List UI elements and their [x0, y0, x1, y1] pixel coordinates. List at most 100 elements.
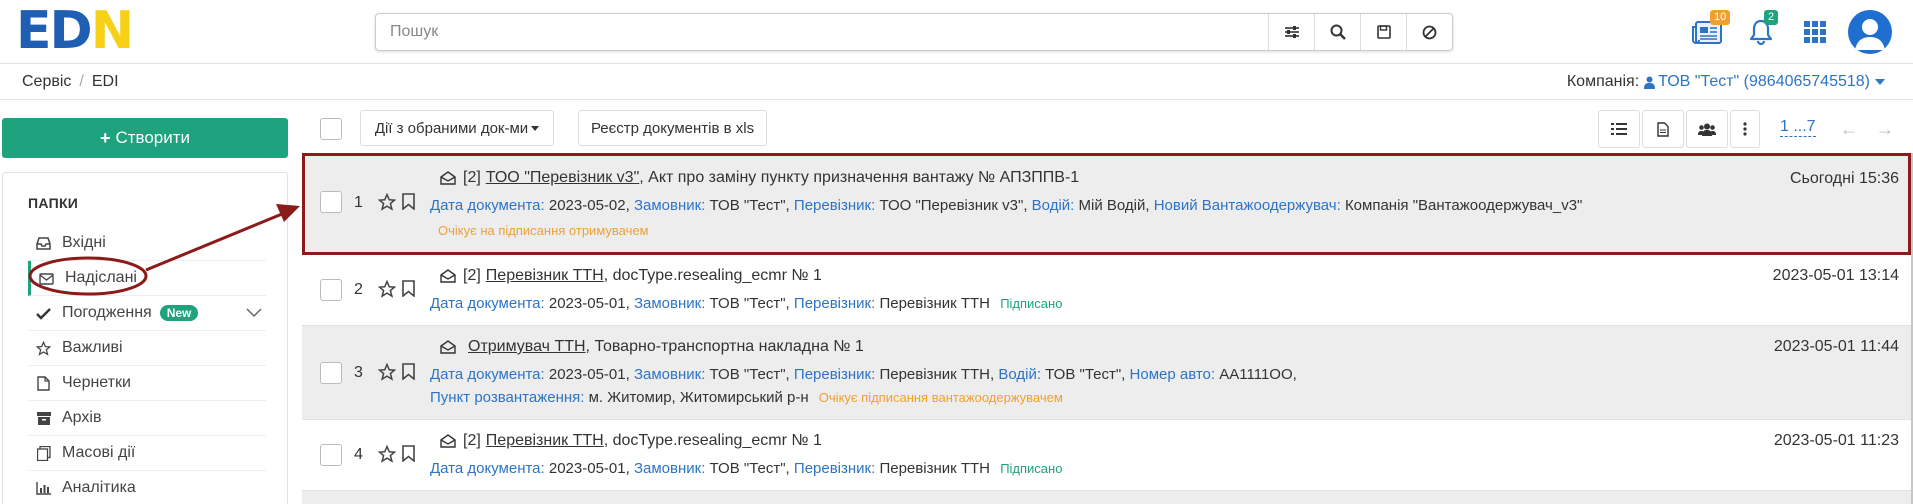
document-details: Дата документа: 2023-05-01, Замовник: ТО… — [430, 366, 1297, 383]
row-number: 1 — [354, 194, 363, 211]
counterparty-link[interactable]: Перевізник ТТН — [486, 267, 604, 285]
document-row[interactable]: 2 [2] Перевізник ТТН , docType.resealing… — [302, 255, 1913, 326]
detail-label: Дата документа: — [430, 295, 545, 312]
bookmark-icon[interactable] — [402, 193, 415, 214]
detail-label: Водій: — [1031, 197, 1075, 214]
row-checkbox[interactable] — [320, 362, 342, 384]
detail-label: Замовник: — [633, 460, 706, 477]
arrow-left-icon: ← — [1840, 118, 1858, 139]
detail-label: Номер авто: — [1129, 366, 1216, 383]
counterparty-link[interactable]: ТОО "Перевізник v3" — [486, 169, 639, 187]
detail-label: Замовник: — [633, 197, 706, 214]
document-title: , Товарно-транспортна накладна № 1 — [585, 338, 864, 355]
bulk-actions-dropdown[interactable]: Дії з обраними док-ми — [360, 110, 554, 146]
document-title: , docType.resealing_ecmr № 1 — [603, 267, 822, 284]
list-view-button[interactable] — [1598, 110, 1640, 148]
caret-down-icon — [531, 125, 540, 131]
detail-value: АА1111ОО, — [1215, 366, 1297, 383]
documents-list: 1 [2] ТОО "Перевізник v3" , Акт про замі… — [302, 153, 1913, 504]
row-number: 2 — [354, 281, 363, 298]
star-icon[interactable] — [377, 362, 397, 385]
prev-page-button[interactable]: ← — [1830, 110, 1868, 148]
row-checkbox[interactable] — [320, 444, 342, 466]
list-icon — [1611, 123, 1627, 135]
export-xls-button[interactable]: Реєстр документів в xls — [578, 110, 767, 146]
row-checkbox[interactable] — [320, 191, 342, 213]
counterparty-link[interactable]: Отримувач ТТН — [468, 338, 586, 356]
group-view-button[interactable] — [1686, 110, 1728, 148]
detail-label: Дата документа: — [430, 460, 545, 477]
document-status-line: Очікує на підписання отримувачем — [430, 222, 649, 239]
star-icon[interactable] — [377, 444, 397, 467]
row-checkbox[interactable] — [320, 279, 342, 301]
detail-label: Новий Вантажоодержувач: — [1153, 197, 1341, 214]
more-vertical-icon — [1743, 122, 1747, 136]
status-badge: Підписано — [1000, 461, 1063, 476]
detail-label: Замовник: — [633, 366, 706, 383]
document-details: Дата документа: 2023-05-01, Замовник: ТО… — [430, 295, 1062, 312]
detail-value: ТОВ "Тест", — [705, 295, 790, 312]
pagination[interactable]: 1 ...7 — [1780, 118, 1816, 137]
document-title-line: [2] Перевізник ТТН , docType.resealing_e… — [440, 432, 822, 450]
document-title: , Акт про заміну пункту призначення вант… — [639, 169, 1080, 186]
detail-label: Перевізник: — [793, 197, 876, 214]
detail-label: Перевізник: — [793, 366, 876, 383]
document-details: Дата документа: 2023-05-01, Замовник: ТО… — [430, 460, 1062, 477]
document-title-line: Отримувач ТТН , Товарно-транспортна накл… — [440, 338, 864, 356]
detail-value: Мій Водій, — [1074, 197, 1150, 214]
envelope-open-icon — [440, 340, 456, 354]
next-page-button[interactable]: → — [1866, 110, 1904, 148]
envelope-open-icon — [440, 434, 456, 448]
detail-value: Перевізник ТТН — [875, 460, 991, 477]
users-icon — [1698, 123, 1716, 136]
more-options-button[interactable] — [1730, 110, 1760, 148]
bookmark-icon[interactable] — [402, 363, 415, 384]
document-date: 2023-05-01 11:23 — [1773, 432, 1899, 449]
envelope-open-icon — [440, 269, 456, 283]
star-icon[interactable] — [377, 192, 397, 215]
bookmark-icon[interactable] — [402, 445, 415, 466]
document-date: 2023-05-01 13:14 — [1772, 267, 1899, 284]
detail-value: ТОВ "Тест", — [705, 366, 790, 383]
select-all-checkbox[interactable] — [320, 118, 342, 140]
document-date: Сьогодні 15:36 — [1789, 170, 1899, 187]
detail-label: Дата документа: — [430, 197, 545, 214]
document-row[interactable]: 4 [2] Перевізник ТТН , docType.resealing… — [302, 420, 1913, 491]
document-row[interactable]: 3 Отримувач ТТН , Товарно-транспортна на… — [302, 326, 1913, 420]
detail-value: 2023-05-01, — [544, 460, 630, 477]
document-title-line: [2] Перевізник ТТН , docType.resealing_e… — [440, 267, 822, 285]
status-badge: Очікує підписання вантажоодержувачем — [818, 390, 1063, 405]
arrow-right-icon: → — [1876, 118, 1894, 139]
detail-value: Перевізник ТТН — [875, 295, 991, 312]
document-row-partial — [302, 491, 1913, 504]
counterparty-link[interactable]: Перевізник ТТН — [486, 432, 604, 450]
detail-label: Дата документа: — [430, 366, 545, 383]
detail-value: м. Житомир, Житомирський р-н — [584, 389, 809, 406]
row-number: 4 — [354, 446, 363, 463]
export-xls-label: Реєстр документів в xls — [590, 119, 755, 137]
bookmark-icon[interactable] — [402, 280, 415, 301]
detail-label: Замовник: — [633, 295, 706, 312]
document-row[interactable]: 1 [2] ТОО "Перевізник v3" , Акт про замі… — [302, 153, 1913, 255]
star-icon[interactable] — [377, 279, 397, 302]
bulk-actions-label: Дії з обраними док-ми — [374, 119, 529, 137]
document-title-line: [2] ТОО "Перевізник v3" , Акт про заміну… — [440, 169, 1079, 187]
detail-label: Перевізник: — [793, 460, 876, 477]
document-icon — [1657, 121, 1669, 137]
detail-value: Компанія "Вантажоодержувач_v3" — [1340, 197, 1583, 214]
attachments-count: [2] — [463, 267, 481, 284]
envelope-open-icon — [440, 171, 456, 185]
document-details: Дата документа: 2023-05-02, Замовник: ТО… — [430, 197, 1582, 214]
document-view-button[interactable] — [1642, 110, 1684, 148]
document-date: 2023-05-01 11:44 — [1773, 338, 1899, 355]
detail-label: Перевізник: — [793, 295, 876, 312]
detail-value: ТОВ "Тест", — [1041, 366, 1126, 383]
attachments-count: [2] — [463, 432, 481, 449]
detail-value: ТОО "Перевізник v3", — [875, 197, 1028, 214]
status-badge: Підписано — [1000, 296, 1063, 311]
detail-value: 2023-05-01, — [544, 295, 630, 312]
detail-label: Пункт розвантаження: — [430, 389, 585, 406]
status-badge: Очікує на підписання отримувачем — [438, 223, 649, 238]
detail-value: ТОВ "Тест", — [705, 197, 790, 214]
detail-value: ТОВ "Тест", — [705, 460, 790, 477]
